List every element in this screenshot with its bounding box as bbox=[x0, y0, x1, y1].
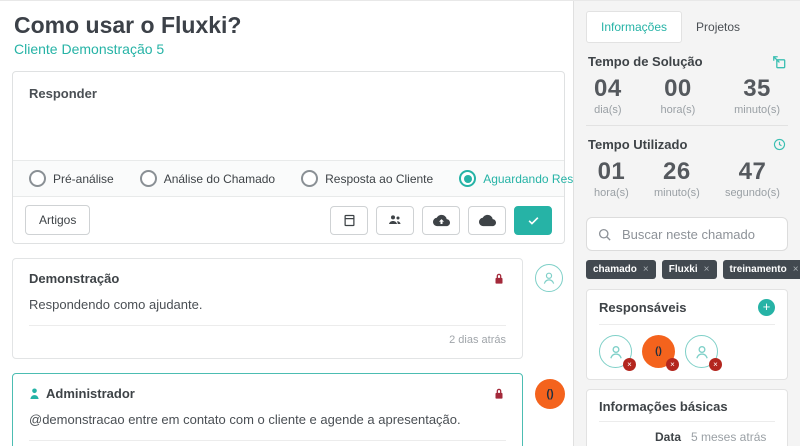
clock-icon[interactable] bbox=[773, 138, 786, 151]
responsavel-avatar: × bbox=[685, 335, 718, 368]
comment-row: Administrador @demonstracao entre em con… bbox=[12, 373, 565, 446]
tag-fluxki[interactable]: Fluxki × bbox=[662, 260, 717, 279]
divider bbox=[586, 125, 788, 126]
divider bbox=[599, 324, 775, 325]
info-value: 5 meses atrás bbox=[691, 430, 775, 444]
window-icon bbox=[342, 213, 357, 228]
tempo-utilizado-title: Tempo Utilizado bbox=[588, 137, 687, 152]
lock-icon bbox=[492, 387, 506, 401]
radio-icon[interactable] bbox=[140, 170, 157, 187]
tag-chamado[interactable]: chamado × bbox=[586, 260, 656, 279]
time-cell: 04 dia(s) bbox=[594, 75, 622, 116]
info-label: Data bbox=[599, 430, 681, 444]
comment-footer: 2 meses atrás bbox=[29, 440, 506, 446]
ticket-page: Como usar o Fluxki? Cliente Demonstração… bbox=[0, 0, 800, 446]
ticket-main: Como usar o Fluxki? Cliente Demonstração… bbox=[0, 1, 573, 446]
tag-treinamento[interactable]: treinamento × bbox=[723, 260, 800, 279]
template-window-button[interactable] bbox=[330, 206, 368, 235]
cloud-icon bbox=[479, 213, 496, 228]
comment-author: Demonstração bbox=[29, 271, 119, 286]
comment-author: Administrador bbox=[29, 386, 135, 401]
spacer bbox=[599, 414, 775, 421]
comment-card-administrador: Administrador @demonstracao entre em con… bbox=[12, 373, 523, 446]
search-box bbox=[586, 217, 788, 251]
check-icon bbox=[526, 213, 541, 228]
tags-row: chamado × Fluxki × treinamento × + bbox=[586, 260, 788, 279]
responsaveis-panel: Responsáveis + × () × bbox=[586, 289, 788, 380]
users-icon bbox=[387, 212, 403, 228]
responsaveis-avatars: × () × × bbox=[599, 335, 775, 370]
comment-body: @demonstracao entre em contato com o cli… bbox=[29, 412, 506, 427]
page-title: Como usar o Fluxki? bbox=[14, 12, 565, 39]
reply-placeholder: Responder bbox=[29, 86, 97, 101]
tab-projetos[interactable]: Projetos bbox=[682, 12, 754, 42]
radio-icon[interactable] bbox=[301, 170, 318, 187]
tempo-solucao-title: Tempo de Solução bbox=[588, 54, 703, 69]
status-radio-analise-do-chamado[interactable]: Análise do Chamado bbox=[140, 170, 275, 187]
status-radio-resposta-ao-cliente[interactable]: Resposta ao Cliente bbox=[301, 170, 433, 187]
remove-responsavel-icon[interactable]: × bbox=[709, 358, 722, 371]
comment-card-demonstracao: Demonstração Respondendo como ajudante. … bbox=[12, 258, 523, 359]
remove-tag-icon[interactable]: × bbox=[643, 264, 649, 275]
remove-tag-icon[interactable]: × bbox=[793, 264, 799, 275]
comment-row: Demonstração Respondendo como ajudante. … bbox=[12, 258, 565, 359]
time-cell: 26 minuto(s) bbox=[654, 158, 700, 199]
remove-responsavel-icon[interactable]: × bbox=[623, 358, 636, 371]
remove-tag-icon[interactable]: × bbox=[704, 264, 710, 275]
person-avatar-icon bbox=[535, 264, 563, 292]
reply-textarea[interactable]: Responder bbox=[13, 72, 564, 160]
details-sidebar: Informações Projetos Tempo de Solução 04… bbox=[573, 1, 800, 446]
responsavel-avatar: × bbox=[599, 335, 632, 368]
search-input[interactable] bbox=[620, 226, 777, 243]
time-cell: 35 minuto(s) bbox=[734, 75, 780, 116]
radio-icon-selected[interactable] bbox=[459, 170, 476, 187]
radio-icon[interactable] bbox=[29, 170, 46, 187]
comment-header: Demonstração bbox=[29, 271, 506, 286]
status-radio-group: Pré-análise Análise do Chamado Resposta … bbox=[13, 160, 564, 197]
tempo-solucao-values: 04 dia(s) 00 hora(s) 35 minuto(s) bbox=[586, 72, 788, 124]
corner-arrow-icon[interactable] bbox=[772, 55, 786, 69]
add-responsavel-button[interactable]: + bbox=[758, 299, 775, 316]
lock-icon bbox=[492, 272, 506, 286]
tempo-utilizado-header: Tempo Utilizado bbox=[588, 137, 786, 152]
cloud-upload-icon bbox=[433, 213, 450, 228]
responsaveis-header: Responsáveis + bbox=[599, 299, 775, 316]
info-basicas-header: Informações básicas bbox=[599, 399, 775, 414]
orange-avatar: () bbox=[535, 379, 565, 409]
comment-header: Administrador bbox=[29, 386, 506, 401]
comment-avatar-col: () bbox=[535, 379, 565, 409]
tempo-solucao-header: Tempo de Solução bbox=[588, 54, 786, 69]
person-icon bbox=[29, 388, 40, 400]
comment-time: 2 dias atrás bbox=[449, 334, 506, 346]
reply-composer: Responder Pré-análise Análise do Chamado… bbox=[12, 71, 565, 244]
composer-actions: Artigos bbox=[13, 197, 564, 243]
comment-avatar-col bbox=[535, 264, 565, 292]
tab-informacoes[interactable]: Informações bbox=[586, 11, 682, 43]
remove-responsavel-icon[interactable]: × bbox=[666, 358, 679, 371]
comment-footer: 2 dias atrás bbox=[29, 325, 506, 352]
tempo-utilizado-values: 01 hora(s) 26 minuto(s) 47 segundo(s) bbox=[586, 155, 788, 207]
cloud-upload-button[interactable] bbox=[422, 206, 460, 235]
status-radio-aguardando-resposta[interactable]: Aguardando Resposta bbox=[459, 170, 573, 187]
time-cell: 01 hora(s) bbox=[594, 158, 629, 199]
responsavel-avatar: () × bbox=[642, 335, 675, 368]
info-row-data: Data 5 meses atrás bbox=[599, 421, 775, 446]
composer-icon-buttons bbox=[330, 206, 552, 235]
search-icon bbox=[597, 227, 612, 242]
assign-users-button[interactable] bbox=[376, 206, 414, 235]
responsaveis-title: Responsáveis bbox=[599, 300, 686, 315]
status-radio-pre-analise[interactable]: Pré-análise bbox=[29, 170, 114, 187]
time-cell: 00 hora(s) bbox=[661, 75, 696, 116]
artigos-button[interactable]: Artigos bbox=[25, 205, 90, 235]
client-link[interactable]: Cliente Demonstração 5 bbox=[14, 41, 565, 57]
sidebar-tabs: Informações Projetos bbox=[586, 11, 788, 43]
comment-body: Respondendo como ajudante. bbox=[29, 297, 506, 312]
cloud-button[interactable] bbox=[468, 206, 506, 235]
info-basicas-panel: Informações básicas Data 5 meses atrás C… bbox=[586, 389, 788, 446]
time-cell: 47 segundo(s) bbox=[725, 158, 780, 199]
info-basicas-title: Informações básicas bbox=[599, 399, 728, 414]
submit-reply-button[interactable] bbox=[514, 206, 552, 235]
